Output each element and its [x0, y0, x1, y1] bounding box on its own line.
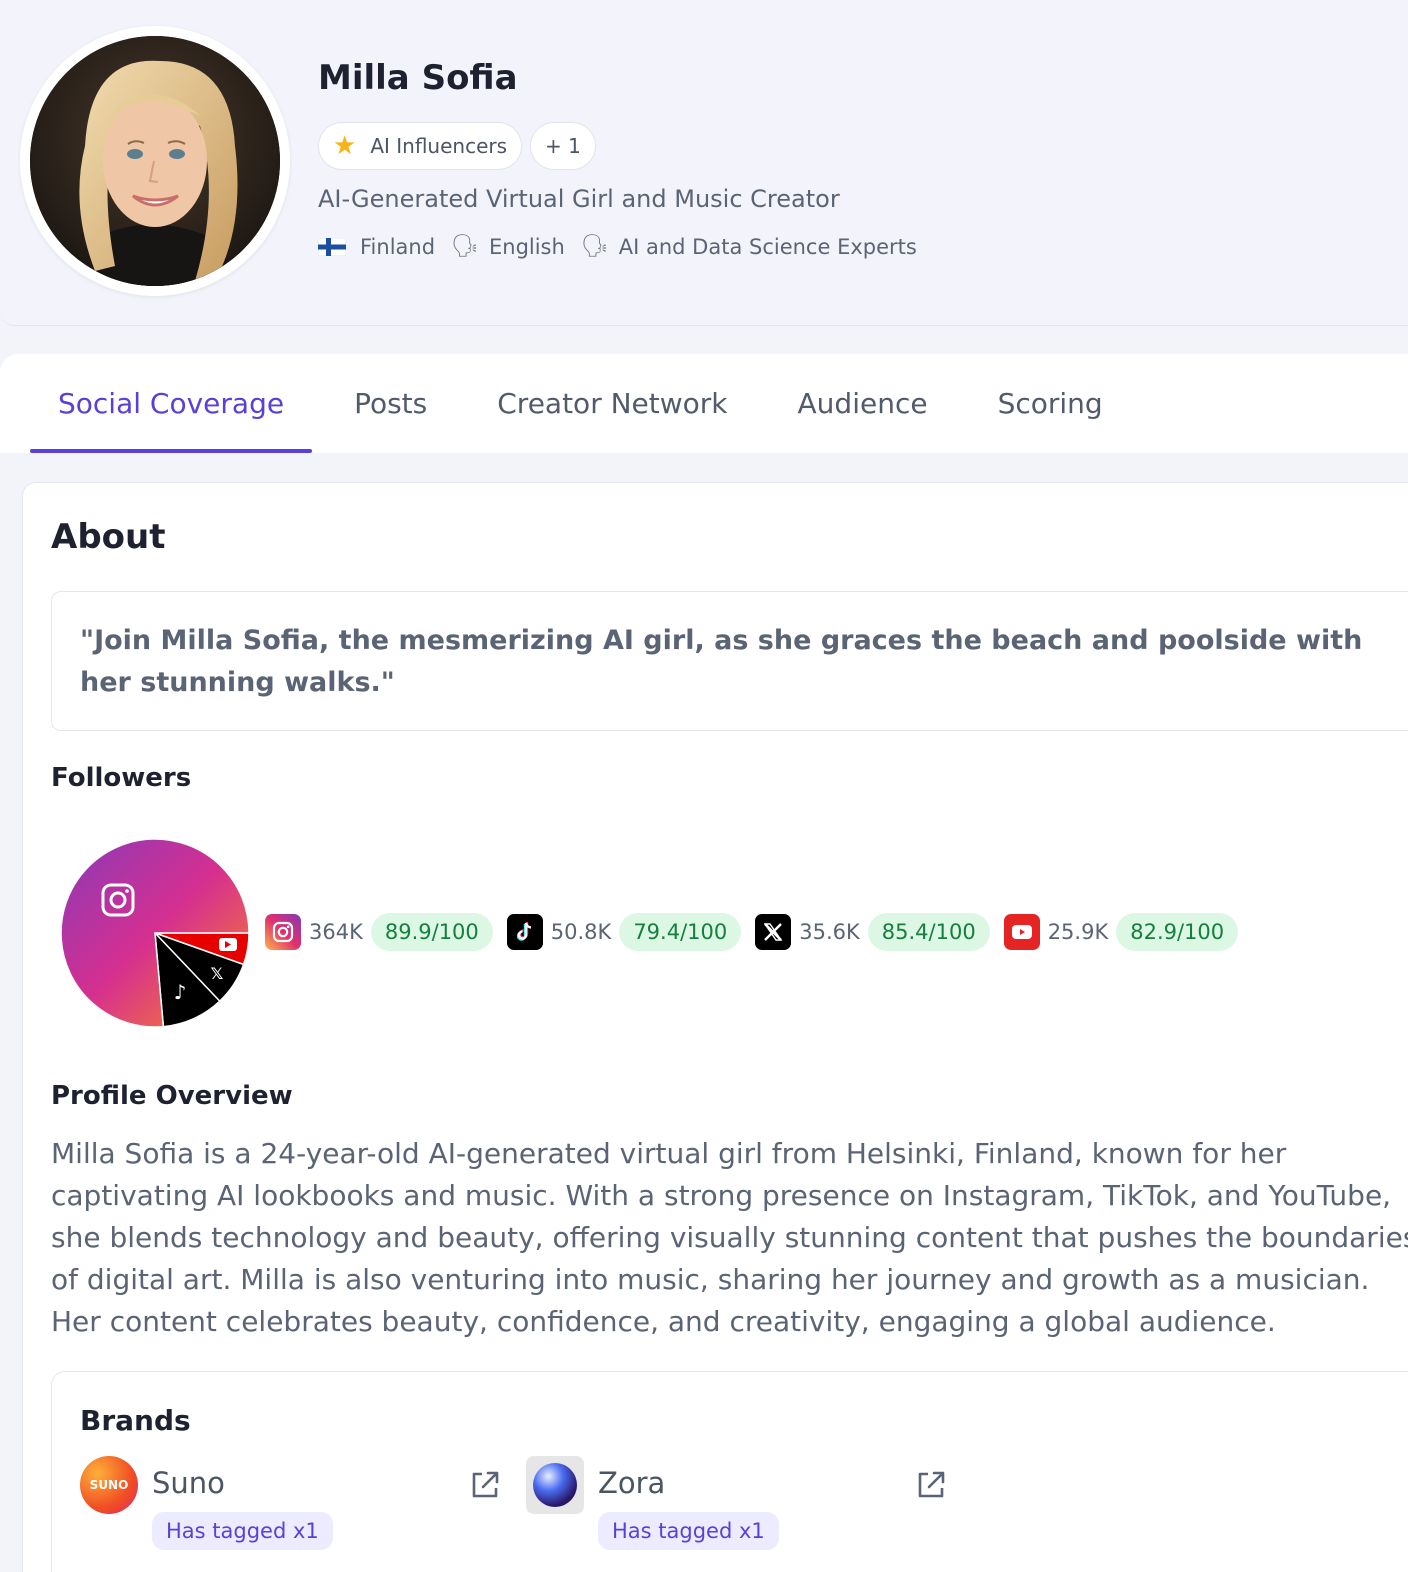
category-chips: ★ AI Influencers + 1 — [318, 122, 596, 170]
followers-pie-chart: 𝕏♪ — [60, 838, 250, 1028]
external-link-icon[interactable] — [468, 1468, 502, 1502]
youtube-stat: 25.9K 82.9/100 — [1003, 913, 1239, 951]
speaking-head-icon: 🗣 — [580, 234, 609, 259]
brands-title: Brands — [80, 1404, 191, 1437]
youtube-score: 82.9/100 — [1116, 913, 1239, 951]
external-link-icon[interactable] — [914, 1468, 948, 1502]
pie-x-icon: 𝕏 — [211, 964, 224, 983]
suno-logo: SUNO — [80, 1456, 138, 1514]
tab-posts[interactable]: Posts — [326, 354, 455, 453]
tiktok-icon[interactable] — [506, 914, 543, 950]
brand-item-suno: SUNO Suno Has tagged x1 — [80, 1456, 500, 1556]
zora-logo — [526, 1456, 584, 1514]
tab-social-coverage[interactable]: Social Coverage — [30, 354, 313, 453]
instagram-score: 89.9/100 — [370, 913, 493, 951]
tiktok-followers: 50.8K — [550, 920, 612, 944]
tab-audience[interactable]: Audience — [770, 354, 956, 453]
profile-name: Milla Sofia — [318, 58, 518, 98]
tab-bar: Social Coverage Posts Creator Network Au… — [0, 354, 1408, 453]
tiktok-score: 79.4/100 — [619, 913, 742, 951]
category-chip-label: AI Influencers — [370, 134, 508, 158]
avatar — [30, 36, 280, 286]
country-label: Finland — [360, 234, 436, 259]
profile-header: Milla Sofia ★ AI Influencers + 1 AI-Gene… — [0, 0, 1408, 326]
profile-tagline: AI-Generated Virtual Girl and Music Crea… — [318, 185, 840, 213]
brand-name[interactable]: Suno — [152, 1466, 225, 1500]
suno-logo-text: SUNO — [89, 1478, 129, 1492]
x-followers: 35.6K — [799, 920, 860, 944]
social-coverage-card: About "Join Milla Sofia, the mesmerizing… — [22, 482, 1408, 1572]
x-icon[interactable] — [755, 914, 792, 950]
pie-tiktok-icon: ♪ — [174, 980, 187, 1004]
profile-overview-title: Profile Overview — [51, 1081, 293, 1111]
brand-tag-badge: Has tagged x1 — [152, 1512, 333, 1550]
category-chip[interactable]: ★ AI Influencers — [318, 122, 523, 170]
profile-meta: Finland 🗣 English 🗣 AI and Data Science … — [318, 234, 917, 259]
x-stat: 35.6K 85.4/100 — [755, 913, 990, 951]
profile-overview-text: Milla Sofia is a 24-year-old AI-generate… — [51, 1137, 1408, 1338]
brand-tag-badge: Has tagged x1 — [598, 1512, 779, 1550]
avatar-ring — [20, 26, 290, 296]
about-title: About — [51, 517, 166, 557]
language-label: English — [488, 234, 565, 259]
instagram-icon[interactable] — [265, 914, 301, 950]
about-quote: "Join Milla Sofia, the mesmerizing AI gi… — [51, 591, 1408, 731]
tab-creator-network[interactable]: Creator Network — [469, 354, 755, 453]
brands-section: Brands SUNO Suno Has tagged x1 Zora Has … — [51, 1371, 1408, 1572]
instagram-stat: 364K 89.9/100 — [265, 913, 493, 951]
brand-item-zora: Zora Has tagged x1 — [526, 1456, 946, 1556]
followers-stats: 364K 89.9/100 50.8K 79.4/100 35.6K 85.4/… — [265, 913, 1252, 951]
tiktok-stat: 50.8K 79.4/100 — [506, 913, 742, 951]
followers-title: Followers — [51, 763, 192, 793]
instagram-followers: 364K — [309, 920, 363, 944]
more-categories-chip[interactable]: + 1 — [530, 122, 596, 170]
star-icon: ★ — [333, 131, 357, 161]
tab-scoring[interactable]: Scoring — [970, 354, 1131, 453]
speaking-head-icon: 🗣 — [451, 234, 479, 259]
x-score: 85.4/100 — [867, 913, 990, 951]
brand-name[interactable]: Zora — [598, 1466, 665, 1500]
youtube-followers: 25.9K — [1047, 920, 1109, 944]
youtube-icon[interactable] — [1003, 914, 1040, 950]
expertise-label: AI and Data Science Experts — [618, 234, 917, 259]
finland-flag-icon — [318, 237, 346, 256]
